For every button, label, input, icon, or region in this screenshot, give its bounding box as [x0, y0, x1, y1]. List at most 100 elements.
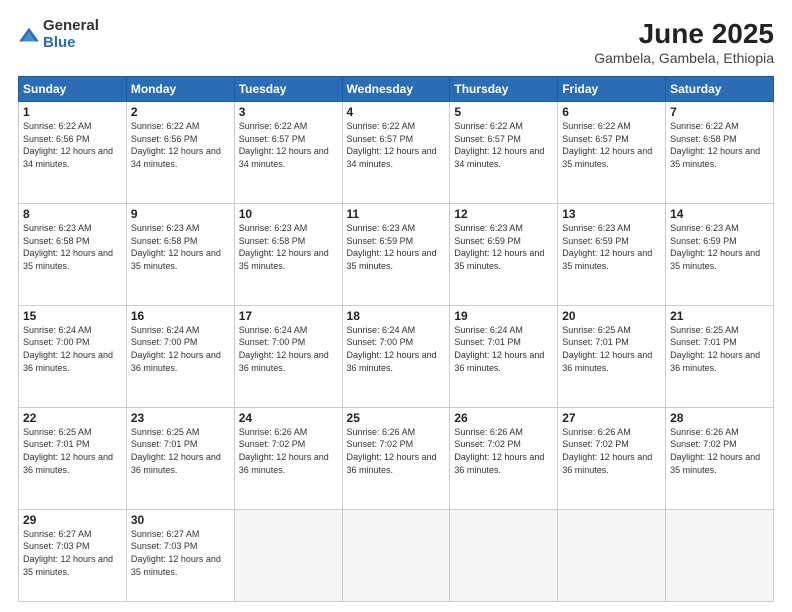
day-number: 8 [23, 207, 122, 221]
table-row: 26 Sunrise: 6:26 AMSunset: 7:02 PMDaylig… [450, 407, 558, 509]
day-number: 20 [562, 309, 661, 323]
day-info: Sunrise: 6:24 AMSunset: 7:00 PMDaylight:… [239, 325, 329, 373]
day-info: Sunrise: 6:25 AMSunset: 7:01 PMDaylight:… [562, 325, 652, 373]
day-info: Sunrise: 6:25 AMSunset: 7:01 PMDaylight:… [670, 325, 760, 373]
day-number: 21 [670, 309, 769, 323]
table-row: 21 Sunrise: 6:25 AMSunset: 7:01 PMDaylig… [666, 305, 774, 407]
day-number: 7 [670, 105, 769, 119]
day-info: Sunrise: 6:23 AMSunset: 6:59 PMDaylight:… [347, 223, 437, 271]
day-number: 16 [131, 309, 230, 323]
col-tuesday: Tuesday [234, 77, 342, 102]
day-info: Sunrise: 6:23 AMSunset: 6:59 PMDaylight:… [454, 223, 544, 271]
table-row: 8 Sunrise: 6:23 AMSunset: 6:58 PMDayligh… [19, 203, 127, 305]
day-info: Sunrise: 6:26 AMSunset: 7:02 PMDaylight:… [347, 427, 437, 475]
table-row: 7 Sunrise: 6:22 AMSunset: 6:58 PMDayligh… [666, 102, 774, 204]
table-row: 19 Sunrise: 6:24 AMSunset: 7:01 PMDaylig… [450, 305, 558, 407]
table-row [666, 509, 774, 601]
table-row: 10 Sunrise: 6:23 AMSunset: 6:58 PMDaylig… [234, 203, 342, 305]
table-row [450, 509, 558, 601]
title-block: June 2025 Gambela, Gambela, Ethiopia [594, 18, 774, 66]
col-thursday: Thursday [450, 77, 558, 102]
table-row: 12 Sunrise: 6:23 AMSunset: 6:59 PMDaylig… [450, 203, 558, 305]
day-number: 15 [23, 309, 122, 323]
day-info: Sunrise: 6:22 AMSunset: 6:57 PMDaylight:… [562, 121, 652, 169]
day-number: 17 [239, 309, 338, 323]
day-info: Sunrise: 6:22 AMSunset: 6:57 PMDaylight:… [239, 121, 329, 169]
table-row: 11 Sunrise: 6:23 AMSunset: 6:59 PMDaylig… [342, 203, 450, 305]
col-sunday: Sunday [19, 77, 127, 102]
table-row: 23 Sunrise: 6:25 AMSunset: 7:01 PMDaylig… [126, 407, 234, 509]
day-number: 28 [670, 411, 769, 425]
logo-blue: Blue [43, 35, 99, 52]
table-row: 5 Sunrise: 6:22 AMSunset: 6:57 PMDayligh… [450, 102, 558, 204]
day-number: 24 [239, 411, 338, 425]
table-row: 6 Sunrise: 6:22 AMSunset: 6:57 PMDayligh… [558, 102, 666, 204]
table-row: 3 Sunrise: 6:22 AMSunset: 6:57 PMDayligh… [234, 102, 342, 204]
table-row: 15 Sunrise: 6:24 AMSunset: 7:00 PMDaylig… [19, 305, 127, 407]
day-info: Sunrise: 6:23 AMSunset: 6:59 PMDaylight:… [562, 223, 652, 271]
table-row: 25 Sunrise: 6:26 AMSunset: 7:02 PMDaylig… [342, 407, 450, 509]
day-number: 2 [131, 105, 230, 119]
day-number: 18 [347, 309, 446, 323]
calendar-table: Sunday Monday Tuesday Wednesday Thursday… [18, 76, 774, 602]
table-row [234, 509, 342, 601]
logo: General Blue [18, 18, 99, 51]
table-row: 27 Sunrise: 6:26 AMSunset: 7:02 PMDaylig… [558, 407, 666, 509]
calendar-week-row: 1 Sunrise: 6:22 AMSunset: 6:56 PMDayligh… [19, 102, 774, 204]
day-info: Sunrise: 6:22 AMSunset: 6:57 PMDaylight:… [347, 121, 437, 169]
table-row: 17 Sunrise: 6:24 AMSunset: 7:00 PMDaylig… [234, 305, 342, 407]
calendar-header-row: Sunday Monday Tuesday Wednesday Thursday… [19, 77, 774, 102]
day-number: 25 [347, 411, 446, 425]
day-info: Sunrise: 6:23 AMSunset: 6:59 PMDaylight:… [670, 223, 760, 271]
col-saturday: Saturday [666, 77, 774, 102]
day-info: Sunrise: 6:24 AMSunset: 7:00 PMDaylight:… [347, 325, 437, 373]
day-number: 29 [23, 513, 122, 527]
day-info: Sunrise: 6:24 AMSunset: 7:00 PMDaylight:… [23, 325, 113, 373]
day-info: Sunrise: 6:27 AMSunset: 7:03 PMDaylight:… [23, 529, 113, 577]
day-number: 27 [562, 411, 661, 425]
table-row [342, 509, 450, 601]
day-info: Sunrise: 6:26 AMSunset: 7:02 PMDaylight:… [562, 427, 652, 475]
table-row: 14 Sunrise: 6:23 AMSunset: 6:59 PMDaylig… [666, 203, 774, 305]
table-row: 2 Sunrise: 6:22 AMSunset: 6:56 PMDayligh… [126, 102, 234, 204]
day-number: 26 [454, 411, 553, 425]
day-number: 9 [131, 207, 230, 221]
day-number: 3 [239, 105, 338, 119]
day-info: Sunrise: 6:23 AMSunset: 6:58 PMDaylight:… [23, 223, 113, 271]
day-number: 1 [23, 105, 122, 119]
calendar-week-row: 15 Sunrise: 6:24 AMSunset: 7:00 PMDaylig… [19, 305, 774, 407]
day-number: 30 [131, 513, 230, 527]
table-row: 28 Sunrise: 6:26 AMSunset: 7:02 PMDaylig… [666, 407, 774, 509]
day-info: Sunrise: 6:22 AMSunset: 6:58 PMDaylight:… [670, 121, 760, 169]
col-monday: Monday [126, 77, 234, 102]
table-row: 13 Sunrise: 6:23 AMSunset: 6:59 PMDaylig… [558, 203, 666, 305]
table-row: 18 Sunrise: 6:24 AMSunset: 7:00 PMDaylig… [342, 305, 450, 407]
day-info: Sunrise: 6:22 AMSunset: 6:56 PMDaylight:… [23, 121, 113, 169]
day-number: 6 [562, 105, 661, 119]
calendar-week-row: 22 Sunrise: 6:25 AMSunset: 7:01 PMDaylig… [19, 407, 774, 509]
page: General Blue June 2025 Gambela, Gambela,… [0, 0, 792, 612]
day-info: Sunrise: 6:26 AMSunset: 7:02 PMDaylight:… [670, 427, 760, 475]
col-friday: Friday [558, 77, 666, 102]
day-number: 5 [454, 105, 553, 119]
table-row: 29 Sunrise: 6:27 AMSunset: 7:03 PMDaylig… [19, 509, 127, 601]
calendar-week-row: 29 Sunrise: 6:27 AMSunset: 7:03 PMDaylig… [19, 509, 774, 601]
header: General Blue June 2025 Gambela, Gambela,… [18, 18, 774, 66]
col-wednesday: Wednesday [342, 77, 450, 102]
table-row: 9 Sunrise: 6:23 AMSunset: 6:58 PMDayligh… [126, 203, 234, 305]
day-info: Sunrise: 6:23 AMSunset: 6:58 PMDaylight:… [239, 223, 329, 271]
table-row: 1 Sunrise: 6:22 AMSunset: 6:56 PMDayligh… [19, 102, 127, 204]
day-info: Sunrise: 6:25 AMSunset: 7:01 PMDaylight:… [131, 427, 221, 475]
day-number: 4 [347, 105, 446, 119]
day-number: 22 [23, 411, 122, 425]
table-row: 4 Sunrise: 6:22 AMSunset: 6:57 PMDayligh… [342, 102, 450, 204]
table-row: 20 Sunrise: 6:25 AMSunset: 7:01 PMDaylig… [558, 305, 666, 407]
day-info: Sunrise: 6:27 AMSunset: 7:03 PMDaylight:… [131, 529, 221, 577]
day-info: Sunrise: 6:22 AMSunset: 6:57 PMDaylight:… [454, 121, 544, 169]
day-number: 23 [131, 411, 230, 425]
day-info: Sunrise: 6:26 AMSunset: 7:02 PMDaylight:… [239, 427, 329, 475]
day-number: 11 [347, 207, 446, 221]
calendar-subtitle: Gambela, Gambela, Ethiopia [594, 50, 774, 66]
logo-general: General [43, 18, 99, 35]
day-number: 14 [670, 207, 769, 221]
